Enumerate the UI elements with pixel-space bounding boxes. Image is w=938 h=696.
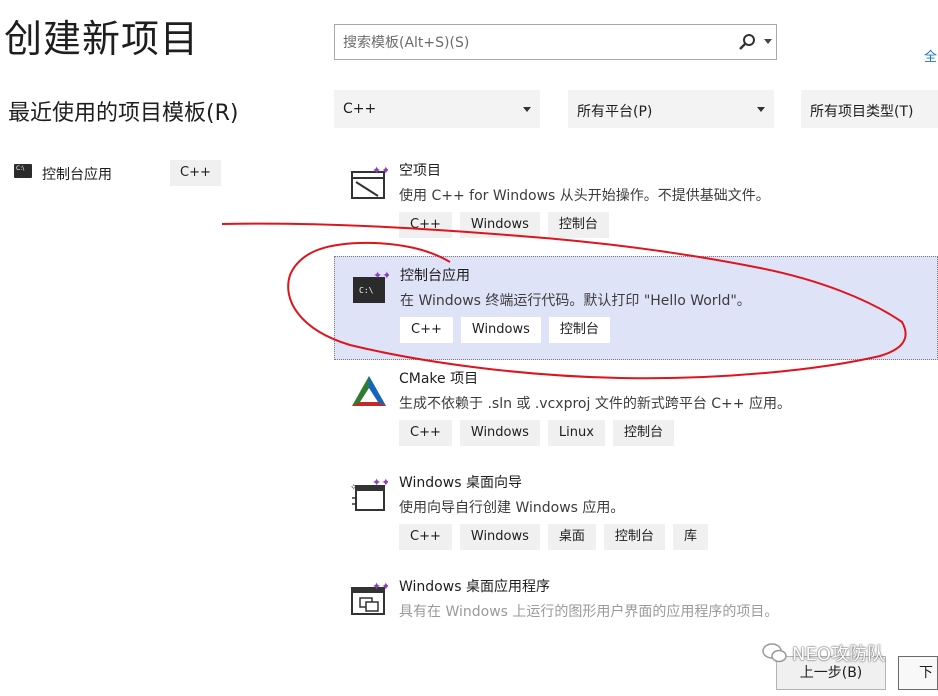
template-name: Windows 桌面向导 [399, 475, 522, 491]
project-type-filter[interactable]: 所有项目类型(T) [801, 90, 938, 128]
template-empty-project[interactable]: ✦✦ 空项目 使用 C++ for Windows 从头开始操作。不提供基础文件… [334, 152, 938, 256]
search-options-dropdown-icon[interactable] [764, 39, 772, 44]
svg-text:✦✦: ✦✦ [372, 476, 388, 489]
tag: C++ [400, 317, 453, 343]
watermark-text: NEO攻防队 [792, 644, 886, 665]
recent-item-console-app[interactable]: 控制台应用 C++ [12, 160, 222, 188]
console-app-icon [14, 164, 32, 178]
template-console-app[interactable]: C:\ ✦✦ 控制台应用 在 Windows 终端运行代码。默认打印 "Hell… [334, 256, 938, 360]
tag: 控制台 [547, 212, 609, 238]
template-cmake-project[interactable]: CMake 项目 生成不依赖于 .sln 或 .vcxproj 文件的新式跨平台… [334, 360, 938, 464]
tag: Windows [460, 317, 541, 343]
template-tags: C++ Windows 桌面 控制台 库 [399, 524, 708, 550]
template-name: 控制台应用 [400, 268, 470, 284]
template-windows-desktop-wizard[interactable]: ✧ ✦✦ Windows 桌面向导 使用向导自行创建 Windows 应用。 C… [334, 464, 938, 568]
tag: C++ [399, 420, 452, 446]
tag: 控制台 [548, 317, 610, 343]
svg-text:C:\: C:\ [359, 286, 374, 295]
desktop-app-icon: ✦✦ [351, 580, 388, 615]
platform-filter-value: 所有平台(P) [577, 104, 653, 120]
tag: Linux [547, 420, 605, 446]
svg-text:✧: ✧ [350, 483, 358, 493]
tag: 库 [672, 524, 708, 550]
tag: C++ [399, 212, 452, 238]
clear-all-link[interactable]: 全 [924, 46, 937, 65]
svg-text:✦✦: ✦✦ [372, 164, 388, 177]
template-description: 使用向导自行创建 Windows 应用。 [399, 500, 625, 516]
empty-project-icon: ✦✦ [351, 164, 388, 199]
desktop-wizard-icon: ✧ ✦✦ [350, 476, 388, 511]
chevron-down-icon [757, 107, 765, 112]
tag: 桌面 [547, 524, 596, 550]
console-app-icon: C:\ ✦✦ [353, 269, 389, 303]
wechat-icon [762, 643, 787, 663]
language-filter[interactable]: C++ [334, 90, 540, 128]
recent-item-label: 控制台应用 [42, 167, 112, 183]
search-input[interactable] [341, 32, 735, 54]
chevron-down-icon [523, 107, 531, 112]
recent-item-language-tag: C++ [170, 160, 221, 186]
next-button[interactable]: 下一 [898, 656, 938, 690]
tag: 控制台 [612, 420, 674, 446]
template-tags: C++ Windows 控制台 [399, 212, 609, 238]
template-description: 使用 C++ for Windows 从头开始操作。不提供基础文件。 [399, 188, 770, 204]
template-description: 在 Windows 终端运行代码。默认打印 "Hello World"。 [400, 293, 751, 309]
svg-text:✦✦: ✦✦ [372, 580, 388, 593]
page-title: 创建新项目 [4, 17, 200, 61]
template-tags: C++ Windows Linux 控制台 [399, 420, 674, 446]
template-name: 空项目 [399, 163, 441, 179]
search-icon[interactable] [738, 33, 756, 51]
tag: Windows [459, 524, 540, 550]
tag: Windows [459, 420, 540, 446]
template-name: CMake 项目 [399, 371, 479, 387]
tag: 控制台 [603, 524, 665, 550]
project-type-filter-value: 所有项目类型(T) [810, 104, 914, 120]
svg-text:✦✦: ✦✦ [373, 269, 389, 282]
tag: C++ [399, 524, 452, 550]
cmake-icon [352, 376, 386, 406]
platform-filter[interactable]: 所有平台(P) [568, 90, 774, 128]
template-description: 具有在 Windows 上运行的图形用户界面的应用程序的项目。 [399, 604, 779, 620]
recent-templates-heading: 最近使用的项目模板(R) [8, 101, 239, 126]
template-windows-desktop-app[interactable]: ✦✦ Windows 桌面应用程序 具有在 Windows 上运行的图形用户界面… [334, 568, 938, 638]
template-tags: C++ Windows 控制台 [400, 317, 610, 343]
tag: Windows [459, 212, 540, 238]
template-description: 生成不依赖于 .sln 或 .vcxproj 文件的新式跨平台 C++ 应用。 [399, 396, 791, 412]
search-box[interactable] [334, 24, 777, 60]
language-filter-value: C++ [343, 101, 377, 117]
template-name: Windows 桌面应用程序 [399, 579, 550, 595]
